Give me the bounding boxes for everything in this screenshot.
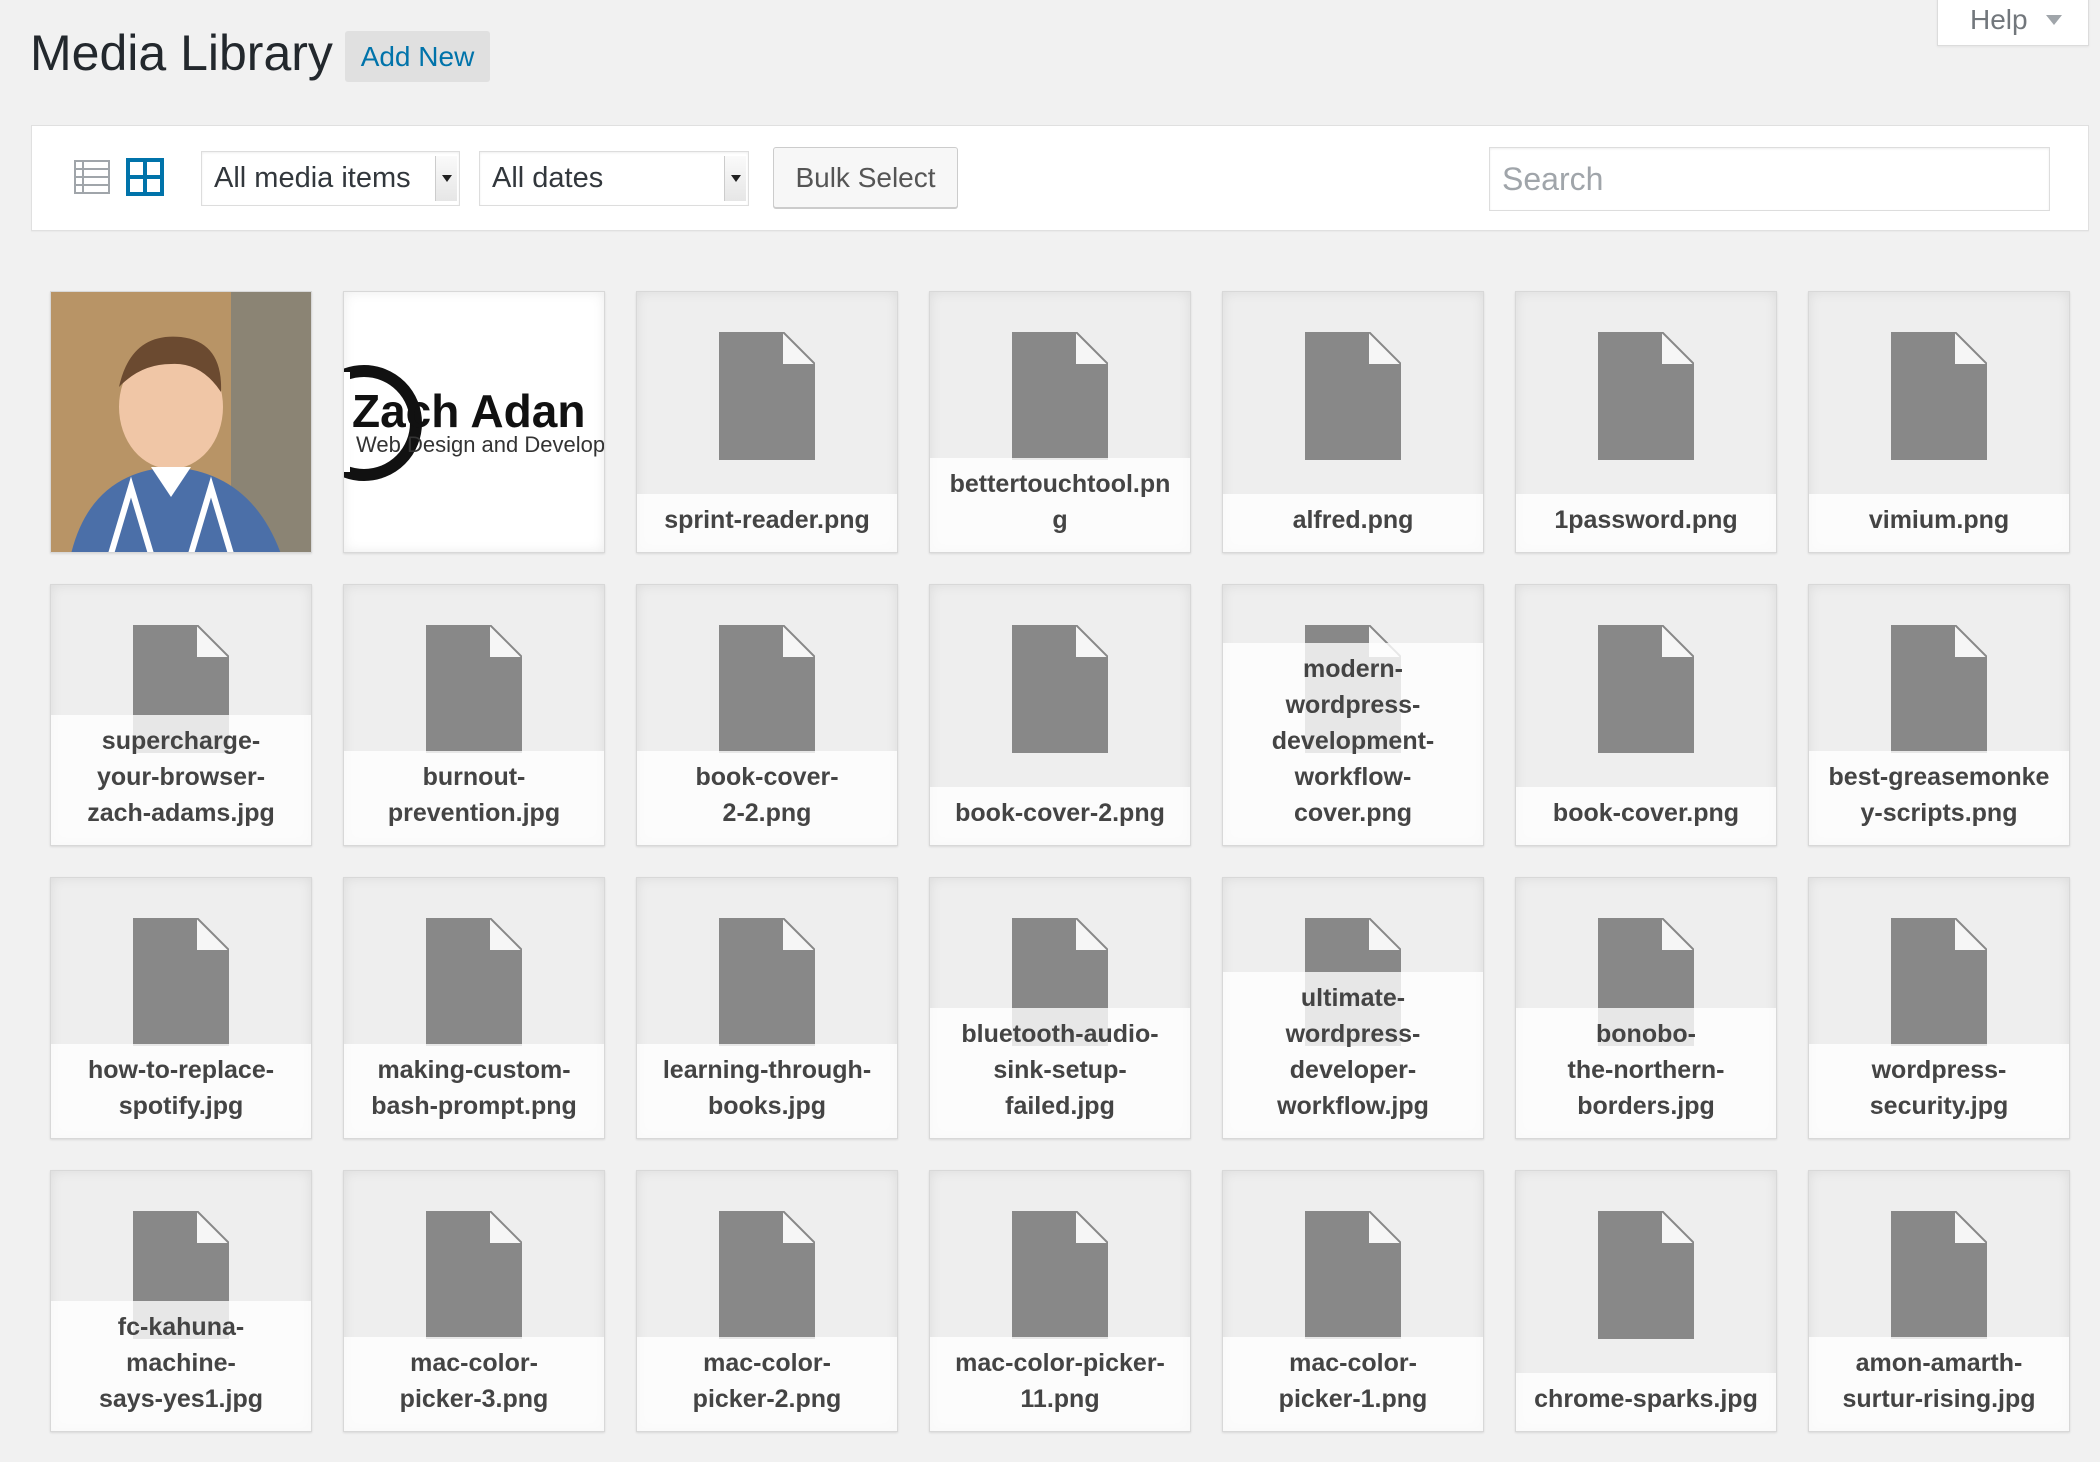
document-icon xyxy=(1891,917,1988,1046)
media-filename: wordpress- security.jpg xyxy=(1809,1044,2069,1138)
media-item[interactable]: how-to-replace- spotify.jpg xyxy=(50,877,312,1139)
media-item[interactable]: bettertouchtool.pn g xyxy=(929,291,1191,553)
media-filename: sprint-reader.png xyxy=(637,494,897,552)
list-view-icon[interactable] xyxy=(74,159,110,195)
media-filename: mac-color-picker- 11.png xyxy=(930,1337,1190,1431)
media-item[interactable]: fc-kahuna- machine- says-yes1.jpg xyxy=(50,1170,312,1432)
page-title: Media Library xyxy=(30,25,333,81)
media-filename: mac-color- picker-1.png xyxy=(1223,1337,1483,1431)
document-icon xyxy=(719,1210,816,1339)
dropdown-arrow-icon xyxy=(435,156,457,201)
document-icon xyxy=(133,917,230,1046)
document-icon xyxy=(719,917,816,1046)
search-input[interactable] xyxy=(1489,147,2050,211)
document-icon xyxy=(426,917,523,1046)
media-filename: amon-amarth- surtur-rising.jpg xyxy=(1809,1337,2069,1431)
media-item[interactable]: alfred.png xyxy=(1222,291,1484,553)
document-icon xyxy=(719,624,816,753)
media-toolbar: All media items All dates Bulk Select xyxy=(31,125,2089,231)
media-item[interactable]: vimium.png xyxy=(1808,291,2070,553)
media-item[interactable]: burnout- prevention.jpg xyxy=(343,584,605,846)
date-filter-value: All dates xyxy=(492,162,604,194)
document-icon xyxy=(1012,331,1109,460)
media-filename: bluetooth-audio- sink-setup- failed.jpg xyxy=(930,1008,1190,1138)
media-filename: modern- wordpress- development- workflow… xyxy=(1223,643,1483,845)
media-item[interactable]: making-custom- bash-prompt.png xyxy=(343,877,605,1139)
document-icon xyxy=(1305,331,1402,460)
document-icon xyxy=(1012,624,1109,753)
media-filename: mac-color- picker-2.png xyxy=(637,1337,897,1431)
media-item[interactable]: book-cover-2.png xyxy=(929,584,1191,846)
media-item[interactable]: amon-amarth- surtur-rising.jpg xyxy=(1808,1170,2070,1432)
chevron-down-icon xyxy=(2045,14,2062,25)
logo-subtext: Web Design and Developm xyxy=(356,432,605,457)
grid-view-icon[interactable] xyxy=(126,158,164,196)
media-item[interactable]: wordpress- security.jpg xyxy=(1808,877,2070,1139)
document-icon xyxy=(719,331,816,460)
media-item[interactable]: bluetooth-audio- sink-setup- failed.jpg xyxy=(929,877,1191,1139)
media-item[interactable]: mac-color- picker-1.png xyxy=(1222,1170,1484,1432)
media-item[interactable]: bonobo- the-northern- borders.jpg xyxy=(1515,877,1777,1139)
media-item[interactable]: book-cover.png xyxy=(1515,584,1777,846)
media-filename: making-custom- bash-prompt.png xyxy=(344,1044,604,1138)
document-icon xyxy=(1891,1210,1988,1339)
media-item[interactable]: 1password.png xyxy=(1515,291,1777,553)
add-new-button[interactable]: Add New xyxy=(345,31,490,82)
help-tab-button[interactable]: Help xyxy=(1937,0,2089,46)
media-item[interactable]: supercharge- your-browser- zach-adams.jp… xyxy=(50,584,312,846)
media-filename: fc-kahuna- machine- says-yes1.jpg xyxy=(51,1301,311,1431)
date-filter[interactable]: All dates xyxy=(479,151,749,206)
document-icon xyxy=(426,624,523,753)
document-icon xyxy=(1598,331,1695,460)
help-label: Help xyxy=(1970,3,2028,35)
media-item[interactable]: chrome-sparks.jpg xyxy=(1515,1170,1777,1432)
media-item[interactable]: ultimate- wordpress- developer- workflow… xyxy=(1222,877,1484,1139)
media-filename: book-cover.png xyxy=(1516,787,1776,845)
media-filename: vimium.png xyxy=(1809,494,2069,552)
media-filename: how-to-replace- spotify.jpg xyxy=(51,1044,311,1138)
media-filename: alfred.png xyxy=(1223,494,1483,552)
media-filename: chrome-sparks.jpg xyxy=(1516,1373,1776,1431)
media-filename: bonobo- the-northern- borders.jpg xyxy=(1516,1008,1776,1138)
document-icon xyxy=(1891,624,1988,753)
media-item[interactable] xyxy=(50,291,312,553)
media-filename: bettertouchtool.pn g xyxy=(930,458,1190,552)
media-item[interactable]: mac-color- picker-2.png xyxy=(636,1170,898,1432)
media-filename: learning-through- books.jpg xyxy=(637,1044,897,1138)
document-icon xyxy=(1305,1210,1402,1339)
bulk-select-button[interactable]: Bulk Select xyxy=(773,147,958,208)
media-grid: Zach Adan Web Design and Developm sprint-r… xyxy=(50,291,2070,1432)
profile-photo-thumbnail xyxy=(51,292,311,552)
media-filename: mac-color- picker-3.png xyxy=(344,1337,604,1431)
document-icon xyxy=(1891,331,1988,460)
media-item[interactable]: sprint-reader.png xyxy=(636,291,898,553)
media-item[interactable]: mac-color-picker- 11.png xyxy=(929,1170,1191,1432)
media-filename: supercharge- your-browser- zach-adams.jp… xyxy=(51,715,311,845)
document-icon xyxy=(1598,1210,1695,1339)
logo-text: Zach Adan xyxy=(352,385,586,437)
dropdown-arrow-icon xyxy=(724,156,746,201)
document-icon xyxy=(426,1210,523,1339)
document-icon xyxy=(1598,624,1695,753)
media-type-filter[interactable]: All media items xyxy=(201,151,460,206)
media-filename: book-cover-2.png xyxy=(930,787,1190,845)
media-item[interactable]: modern- wordpress- development- workflow… xyxy=(1222,584,1484,846)
media-item[interactable]: book-cover- 2-2.png xyxy=(636,584,898,846)
media-item[interactable]: Zach Adan Web Design and Developm xyxy=(343,291,605,553)
media-item[interactable]: learning-through- books.jpg xyxy=(636,877,898,1139)
media-filename: ultimate- wordpress- developer- workflow… xyxy=(1223,972,1483,1138)
media-filename: burnout- prevention.jpg xyxy=(344,751,604,845)
media-filename: 1password.png xyxy=(1516,494,1776,552)
media-filename: book-cover- 2-2.png xyxy=(637,751,897,845)
document-icon xyxy=(1012,1210,1109,1339)
media-filename: best-greasemonke y-scripts.png xyxy=(1809,751,2069,845)
media-item[interactable]: mac-color- picker-3.png xyxy=(343,1170,605,1432)
media-item[interactable]: best-greasemonke y-scripts.png xyxy=(1808,584,2070,846)
media-type-filter-value: All media items xyxy=(214,162,411,194)
